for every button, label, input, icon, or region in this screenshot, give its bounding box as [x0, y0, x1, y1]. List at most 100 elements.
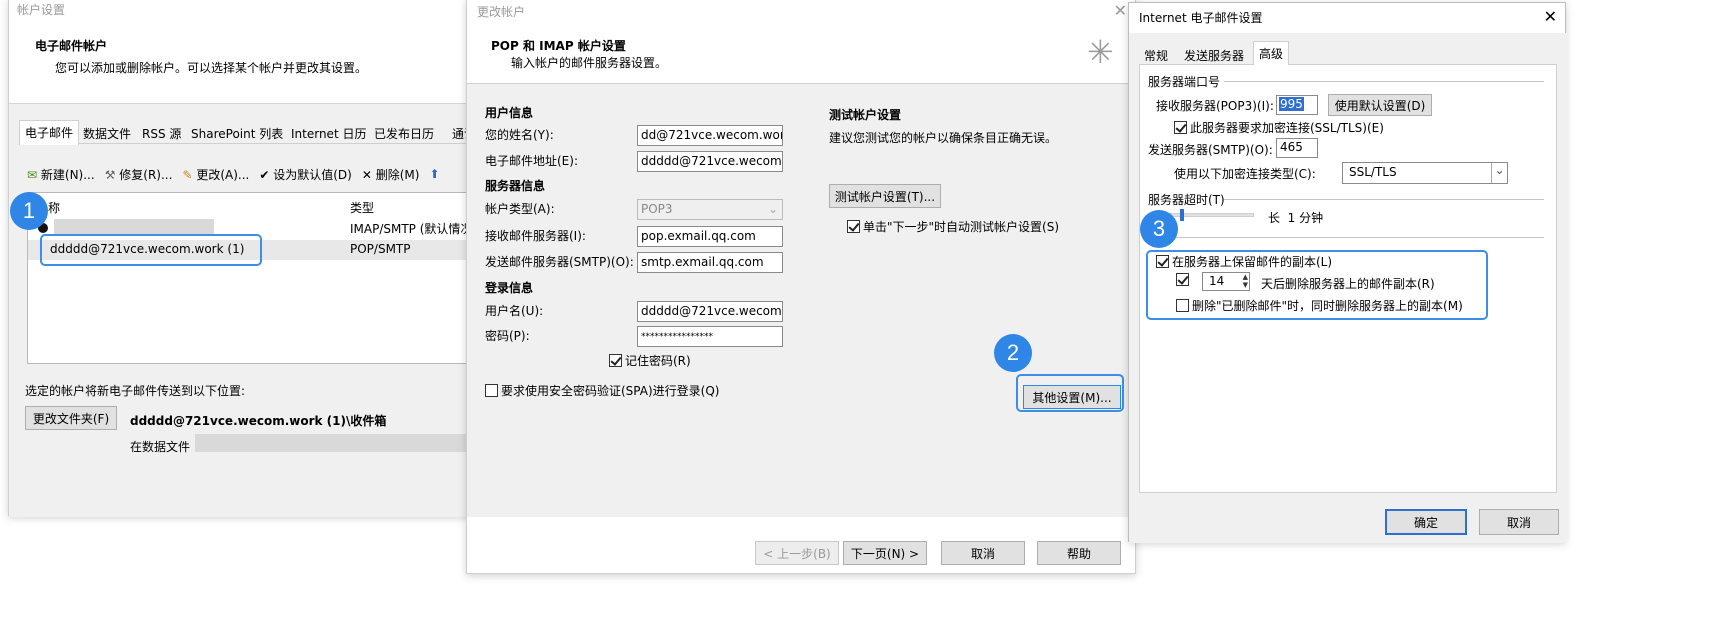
close-icon[interactable]: ✕ [1544, 7, 1557, 26]
divider [1148, 237, 1544, 238]
set-default-button[interactable]: ✔ 设为默认值(D) [259, 166, 352, 183]
repair-button[interactable]: ⚒ 修复(R)... [105, 166, 173, 183]
ports-group-label: 服务器端口号 [1148, 75, 1221, 89]
form-panel: 用户信息 您的姓名(Y): dd@721vce.wecom.work 电子邮件地… [467, 83, 1137, 517]
change-folder-button[interactable]: 更改文件夹(F) [25, 406, 117, 430]
account-type-select[interactable]: POP3 ⌄ [637, 199, 783, 220]
incoming-server-label: 接收邮件服务器(I): [485, 229, 586, 243]
password-field[interactable]: **************** [637, 326, 783, 347]
cancel-button[interactable]: 取消 [1479, 509, 1559, 535]
use-default-button[interactable]: 使用默认设置(D) [1328, 94, 1432, 116]
delete-button[interactable]: ✕ 删除(M) [362, 166, 420, 183]
divider [1224, 81, 1544, 82]
spa-checkbox[interactable]: 要求使用安全密码验证(SPA)进行登录(Q) [485, 382, 719, 399]
outgoing-server-label: 发送邮件服务器(SMTP)(O): [485, 255, 634, 269]
back-button: < 上一步(B) [755, 541, 839, 565]
highlight-account-row [40, 234, 262, 266]
account-type: IMAP/SMTP (默认情况 [350, 222, 473, 236]
wizard-icon: ✳ [1087, 33, 1114, 71]
window-title: Internet 电子邮件设置 [1139, 11, 1263, 25]
tab-strip: 常规 发送服务器 高级 [1139, 41, 1557, 66]
cancel-button[interactable]: 取消 [941, 541, 1025, 565]
highlight-more-settings [1016, 374, 1124, 412]
account-type: POP/SMTP [350, 242, 411, 256]
redacted-account-name [54, 219, 214, 235]
page-title: POP 和 IMAP 帐户设置 [491, 39, 626, 53]
checkbox-empty-icon [485, 384, 498, 397]
datafile-label: 在数据文件 [130, 440, 191, 454]
redacted-datafile-path [195, 434, 473, 452]
section-heading: 电子邮件帐户 [35, 39, 108, 53]
slider-thumb[interactable] [1180, 209, 1184, 221]
timeout-value: 长 1 分钟 [1268, 211, 1324, 225]
tab-email[interactable]: 电子邮件 [19, 120, 80, 145]
smtp-port-field[interactable]: 465 [1276, 138, 1318, 158]
email-label: 电子邮件地址(E): [485, 154, 578, 168]
window-title: 帐户设置 [17, 3, 66, 17]
username-field[interactable]: ddddd@721vce.wecom.w [637, 301, 783, 322]
tab-outgoing-server[interactable]: 发送服务器 [1179, 44, 1249, 66]
highlight-leave-copy [1146, 250, 1488, 320]
tab-sharepoint[interactable]: SharePoint 列表 [186, 122, 288, 144]
tab-general[interactable]: 常规 [1139, 44, 1173, 66]
tab-data-files[interactable]: 数据文件 [78, 122, 136, 144]
window-title: 更改帐户 [477, 5, 526, 19]
new-icon: ✉ [27, 167, 38, 182]
move-up-icon[interactable]: ⬆ [429, 167, 439, 181]
step-badge-2: 2 [994, 334, 1032, 372]
deliver-label: 选定的帐户将新电子邮件传送到以下位置: [25, 384, 246, 398]
new-button[interactable]: ✉ 新建(N)... [27, 166, 95, 183]
your-name-label: 您的姓名(Y): [485, 128, 554, 142]
change-account-window: 更改帐户 ✕ POP 和 IMAP 帐户设置 输入帐户的邮件服务器设置。 ✳ 用… [466, 0, 1137, 574]
checkbox-checked-icon [847, 220, 860, 233]
smtp-label: 发送服务器(SMTP)(O): [1148, 143, 1273, 157]
password-label: 密码(P): [485, 329, 530, 343]
tab-strip: 电子邮件 数据文件 RSS 源 SharePoint 列表 Internet 日… [19, 120, 479, 145]
tab-published-calendar[interactable]: 已发布日历 [369, 122, 439, 144]
email-field[interactable]: ddddd@721vce.wecom.w [637, 151, 783, 172]
pop3-label: 接收服务器(POP3)(I): [1156, 99, 1274, 113]
test-heading: 测试帐户设置 [829, 108, 902, 122]
ssl-required-checkbox[interactable]: 此服务器要求加密连接(SSL/TLS)(E) [1174, 119, 1384, 136]
auto-test-checkbox[interactable]: 单击"下一步"时自动测试帐户设置(S) [847, 218, 1059, 235]
delete-icon: ✕ [361, 167, 372, 182]
test-account-button[interactable]: 测试帐户设置(T)... [829, 184, 941, 208]
remember-password-checkbox[interactable]: 记住密码(R) [609, 352, 691, 369]
step-badge-1: 1 [10, 192, 48, 230]
chevron-down-icon: ⌄ [767, 202, 778, 216]
tab-rss[interactable]: RSS 源 [137, 122, 186, 144]
close-icon[interactable]: ✕ [1114, 1, 1127, 20]
username-label: 用户名(U): [485, 304, 544, 318]
timeout-group-label: 服务器超时(T) [1148, 193, 1225, 207]
check-circle-icon: ✔ [259, 167, 270, 182]
checkbox-checked-icon [1174, 121, 1187, 134]
chevron-down-icon: ⌄ [1491, 163, 1507, 183]
test-description: 建议您测试您的帐户以确保条目正确无误。 [829, 131, 1058, 145]
help-button[interactable]: 帮助 [1037, 541, 1121, 565]
section-description: 您可以添加或删除帐户。可以选择某个帐户并更改其设置。 [55, 61, 368, 75]
tab-advanced[interactable]: 高级 [1253, 41, 1290, 66]
checkbox-checked-icon [609, 354, 622, 367]
column-header-type[interactable]: 类型 [350, 199, 374, 216]
outgoing-server-field[interactable]: smtp.exmail.qq.com [637, 252, 783, 273]
change-icon: ✎ [182, 167, 193, 182]
encryption-label: 使用以下加密连接类型(C): [1174, 167, 1316, 181]
tab-internet-calendar[interactable]: Internet 日历 [286, 122, 371, 144]
account-type-label: 帐户类型(A): [485, 202, 555, 216]
account-list: 名称 类型 IMAP/SMTP (默认情况 ddddd@721vce.wecom… [27, 192, 480, 364]
repair-icon: ⚒ [104, 167, 116, 182]
pop3-port-field[interactable]: 995 [1276, 95, 1318, 115]
server-info-heading: 服务器信息 [485, 179, 546, 193]
content-panel: 电子邮件 数据文件 RSS 源 SharePoint 列表 Internet 日… [9, 103, 480, 517]
ok-button[interactable]: 确定 [1385, 509, 1467, 535]
incoming-server-field[interactable]: pop.exmail.qq.com [637, 226, 783, 247]
next-button[interactable]: 下一页(N) > [843, 541, 927, 565]
user-info-heading: 用户信息 [485, 106, 534, 120]
page-subtitle: 输入帐户的邮件服务器设置。 [511, 56, 668, 70]
divider [1224, 199, 1544, 200]
your-name-field[interactable]: dd@721vce.wecom.work [637, 125, 783, 146]
encryption-select[interactable]: SSL/TLS ⌄ [1342, 162, 1508, 184]
login-info-heading: 登录信息 [485, 281, 534, 295]
folder-path: ddddd@721vce.wecom.work (1)\收件箱 [130, 414, 387, 428]
change-button[interactable]: ✎ 更改(A)... [182, 166, 249, 183]
